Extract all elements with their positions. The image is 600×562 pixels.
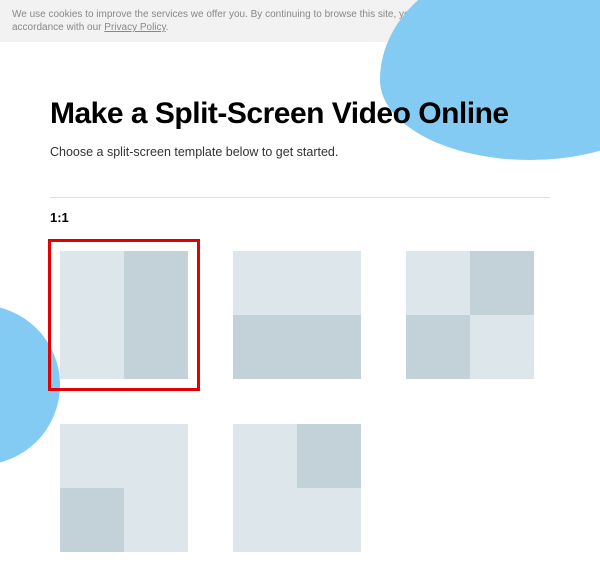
page-subtitle: Choose a split-screen template below to … (50, 145, 550, 159)
template-two-over-one[interactable] (223, 414, 371, 562)
template-cell (297, 424, 361, 488)
cookie-text-after: . (166, 22, 169, 33)
section-divider (50, 197, 550, 198)
template-cell (233, 424, 297, 488)
template-quad[interactable] (396, 241, 544, 389)
template-cell (470, 315, 534, 379)
template-cell (470, 251, 534, 315)
template-cell (60, 424, 188, 488)
template-split-vertical[interactable] (50, 241, 198, 389)
template-cell (124, 488, 188, 552)
aspect-ratio-label: 1:1 (50, 210, 550, 225)
template-cell (60, 488, 124, 552)
template-split-horizontal[interactable] (223, 241, 371, 389)
template-cell (406, 251, 470, 315)
page-title: Make a Split-Screen Video Online (50, 97, 550, 131)
template-cell (60, 251, 124, 379)
template-cell (124, 251, 188, 379)
template-cell (233, 488, 361, 552)
template-grid (50, 241, 550, 562)
template-cell (406, 315, 470, 379)
main-content: Make a Split-Screen Video Online Choose … (0, 42, 600, 562)
template-one-over-two[interactable] (50, 414, 198, 562)
template-cell (233, 251, 361, 315)
template-cell (233, 315, 361, 379)
privacy-policy-link[interactable]: Privacy Policy (104, 22, 166, 33)
